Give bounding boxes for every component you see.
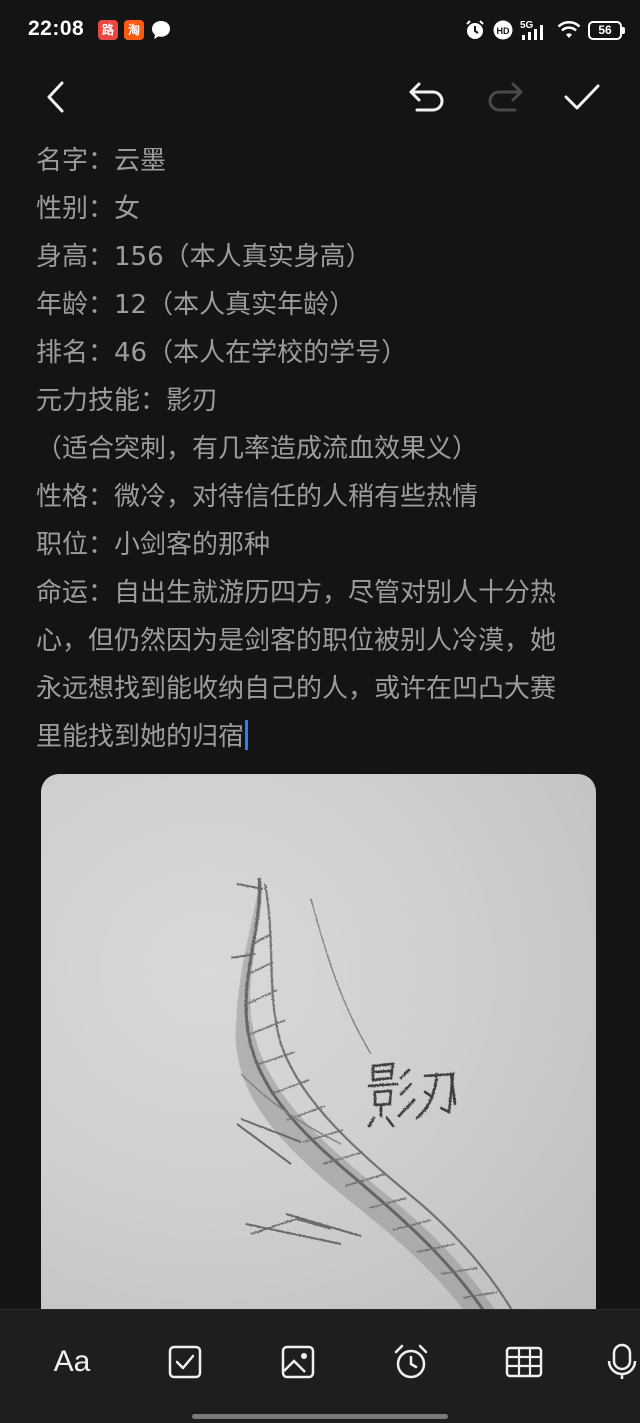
undo-button[interactable] — [402, 72, 452, 122]
alarm-icon — [394, 1344, 428, 1379]
reminder-button[interactable] — [383, 1334, 439, 1390]
app-notification-badge: 路 — [98, 20, 118, 40]
back-button[interactable] — [32, 72, 82, 122]
note-line-fate-4: 里能找到她的归宿 — [36, 713, 611, 761]
blade-sketch-drawing — [230, 874, 527, 1334]
wifi-icon — [557, 20, 581, 38]
checkmark-icon — [564, 84, 600, 110]
insert-table-button[interactable] — [496, 1334, 552, 1390]
table-icon — [505, 1346, 543, 1378]
note-line-rank: 排名：46（本人在学校的学号） — [36, 338, 408, 368]
note-body-editor[interactable]: 名字：云墨 性别：女 身高：156（本人真实身高） 年龄：12（本人真实年龄） … — [36, 137, 611, 761]
note-line-height: 身高：156（本人真实身高） — [36, 242, 372, 272]
note-line-position: 职位：小剑客的那种 — [36, 530, 271, 560]
insert-image-button[interactable] — [270, 1334, 326, 1390]
editor-toolbar — [0, 62, 640, 132]
voice-input-button[interactable] — [606, 1334, 640, 1390]
note-line-name: 名字：云墨 — [36, 146, 167, 176]
taobao-notification-badge: 淘 — [124, 20, 144, 40]
bottom-toolbar: Aa — [0, 1309, 640, 1423]
note-line-fate-4-text: 里能找到她的归宿 — [36, 722, 245, 752]
embedded-sketch-image[interactable] — [41, 774, 596, 1334]
text-format-button[interactable]: Aa — [44, 1334, 100, 1390]
note-line-fate-2: 心，但仍然因为是剑客的职位被别人冷漠，她 — [36, 626, 557, 656]
note-line-fate-3: 永远想找到能收纳自己的人，或许在凹凸大赛 — [36, 674, 557, 704]
hd-icon: HD — [493, 20, 513, 40]
signal-5g-icon: 5G — [520, 20, 543, 40]
status-icons: HD 5G 56 — [464, 18, 625, 42]
alarm-status-icon — [466, 20, 484, 39]
note-line-age: 年龄：12（本人真实年龄） — [36, 290, 356, 320]
svg-text:5G: 5G — [520, 20, 534, 31]
image-icon — [281, 1345, 315, 1379]
back-arrow-icon — [47, 81, 64, 113]
handwritten-characters — [367, 1062, 457, 1128]
note-line-gender: 性别：女 — [36, 194, 141, 224]
redo-button[interactable] — [480, 72, 530, 122]
undo-icon — [409, 82, 444, 112]
message-icon — [152, 21, 170, 39]
home-indicator[interactable] — [192, 1414, 448, 1419]
done-button[interactable] — [557, 72, 607, 122]
battery-indicator: 56 — [588, 20, 625, 40]
status-bar: 22:08 路 淘 HD 5G 56 — [0, 0, 640, 62]
note-line-skill-desc: （适合突刺，有几率造成流血效果义） — [36, 434, 479, 464]
microphone-icon — [607, 1343, 637, 1379]
checklist-icon — [168, 1345, 202, 1379]
svg-text:HD: HD — [497, 26, 510, 36]
status-time: 22:08 — [28, 17, 85, 40]
note-line-fate-1: 命运：自出生就游历四方，尽管对别人十分热 — [36, 578, 557, 608]
note-line-personality: 性格：微冷，对待信任的人稍有些热情 — [36, 482, 479, 512]
text-cursor — [245, 720, 249, 750]
redo-icon — [488, 82, 523, 112]
checklist-button[interactable] — [157, 1334, 213, 1390]
note-line-skill: 元力技能：影刃 — [36, 386, 219, 416]
